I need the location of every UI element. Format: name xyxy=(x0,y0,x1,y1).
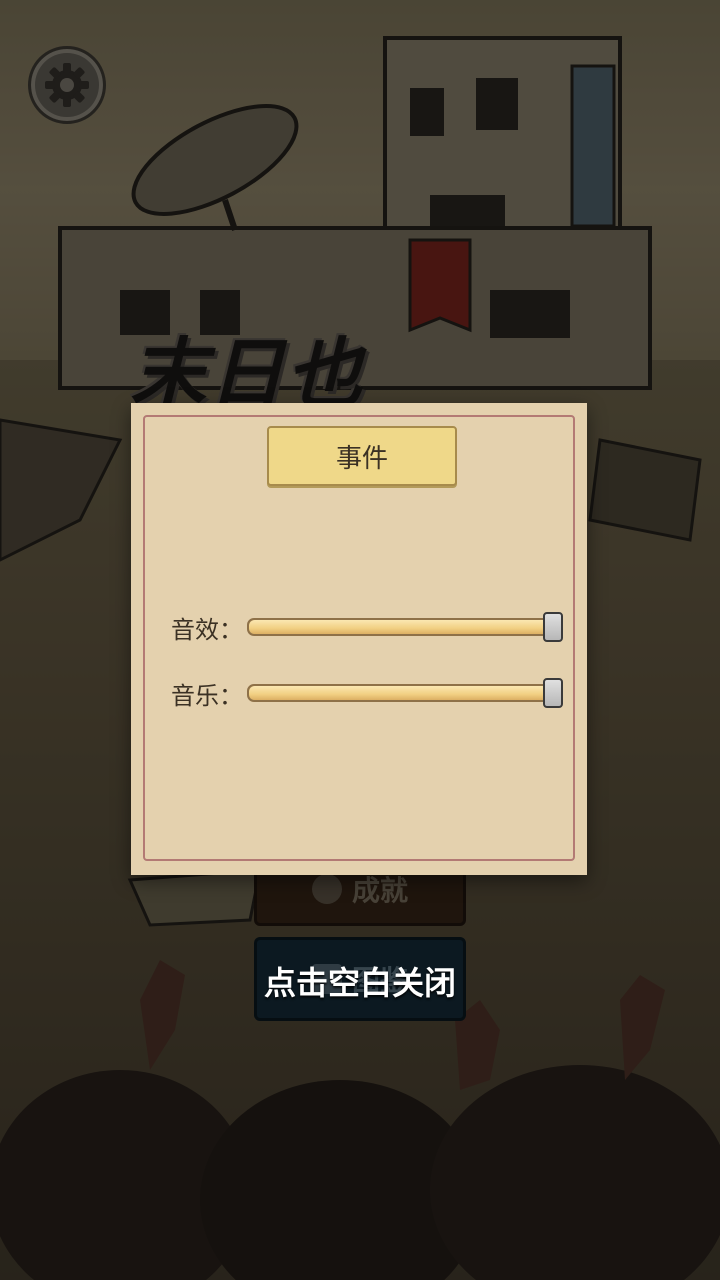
close-hint-text: 点击空白关闭 xyxy=(263,964,456,1002)
music-label: 音乐： xyxy=(171,681,243,710)
music-row: 音乐： xyxy=(171,673,563,713)
music-slider-fill xyxy=(249,686,555,700)
sound-effects-slider-handle[interactable] xyxy=(543,612,563,642)
sound-effects-slider[interactable] xyxy=(247,612,563,642)
dialog-title: 事件 xyxy=(335,443,388,474)
music-slider-handle[interactable] xyxy=(543,678,563,708)
music-slider[interactable] xyxy=(247,678,563,708)
settings-button[interactable] xyxy=(28,46,106,124)
gear-icon xyxy=(45,63,89,107)
sound-effects-row: 音效： xyxy=(171,607,563,647)
settings-dialog: 事件 音效： 音乐： xyxy=(131,403,587,875)
dialog-title-plate: 事件 xyxy=(267,426,457,486)
sound-effects-label: 音效： xyxy=(171,615,243,644)
sound-effects-slider-fill xyxy=(249,620,555,634)
